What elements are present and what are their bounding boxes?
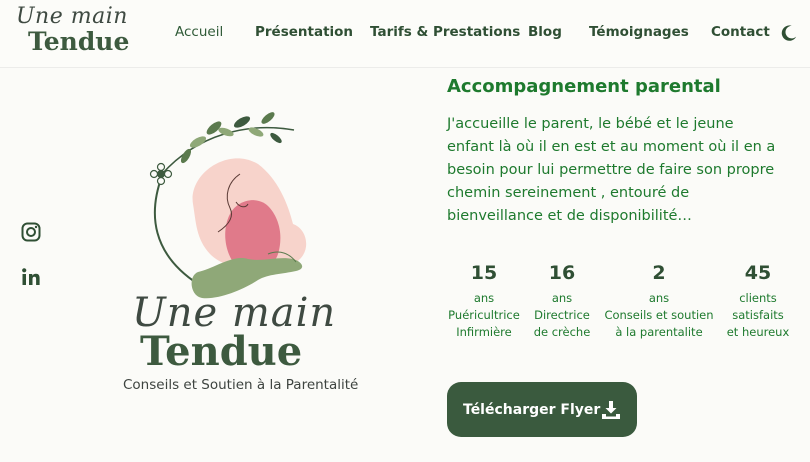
stat-label: ans xyxy=(473,291,495,305)
instagram-icon[interactable] xyxy=(21,222,41,242)
section-title: Accompagnement parental xyxy=(447,76,721,97)
stat-label: et heureux xyxy=(726,325,790,339)
stat-label: ans xyxy=(648,291,670,305)
stat-label: satisfaits xyxy=(732,308,784,322)
stat-value: 16 xyxy=(548,262,576,284)
stat-label: Conseils et soutien xyxy=(604,308,714,322)
nav-temoignages[interactable]: Témoignages xyxy=(589,24,689,40)
download-flyer-button[interactable]: Télécharger Flyer xyxy=(447,382,637,437)
nav-presentation[interactable]: Présentation xyxy=(255,24,353,40)
hero-logo-brand: Tendue xyxy=(140,328,303,375)
main-nav: Accueil Présentation Tarifs & Prestation… xyxy=(0,24,810,44)
stat-label: Puéricultrice xyxy=(448,308,520,322)
download-flyer-label: Télécharger Flyer xyxy=(463,401,601,418)
stat-directrice: 16 ans Directrice de crèche xyxy=(526,262,598,341)
nav-accueil[interactable]: Accueil xyxy=(175,24,223,40)
stat-value: 15 xyxy=(470,262,498,284)
intro-line: J'accueille le parent, le bébé et le jeu… xyxy=(447,116,734,132)
stat-label: Infirmière xyxy=(456,325,512,339)
stat-label: de crèche xyxy=(533,325,591,339)
intro-paragraph: J'accueille le parent, le bébé et le jeu… xyxy=(447,113,797,228)
stat-value: 45 xyxy=(744,262,772,284)
stat-puericultrice: 15 ans Puéricultrice Infirmière xyxy=(440,262,528,341)
intro-line: enfant là où il en est et au moment où i… xyxy=(447,139,776,155)
stat-label: Directrice xyxy=(534,308,590,322)
hero-tagline: Conseils et Soutien à la Parentalité xyxy=(123,377,359,393)
nav-blog[interactable]: Blog xyxy=(528,24,562,40)
stat-label: à la parentalite xyxy=(615,325,703,339)
intro-line: besoin pour lui permettre de faire son p… xyxy=(447,162,775,178)
stat-label: ans xyxy=(551,291,573,305)
intro-line: chemin sereinement , entouré de xyxy=(447,185,690,201)
site-header: Une main Tendue Accueil Présentation Tar… xyxy=(0,0,810,68)
intro-line: bienveillance et de disponibilité… xyxy=(447,208,692,224)
moon-icon[interactable] xyxy=(780,24,798,42)
stat-value: 2 xyxy=(652,262,666,284)
nav-tarifs-prestations[interactable]: Tarifs & Prestations xyxy=(370,24,520,40)
stat-conseils: 2 ans Conseils et soutien à la parentali… xyxy=(600,262,718,341)
nav-contact[interactable]: Contact xyxy=(711,24,770,40)
stat-label: clients xyxy=(739,291,777,305)
download-icon xyxy=(602,401,620,419)
linkedin-icon[interactable] xyxy=(21,267,41,287)
stat-clients: 45 clients satisfaits et heureux xyxy=(720,262,796,341)
